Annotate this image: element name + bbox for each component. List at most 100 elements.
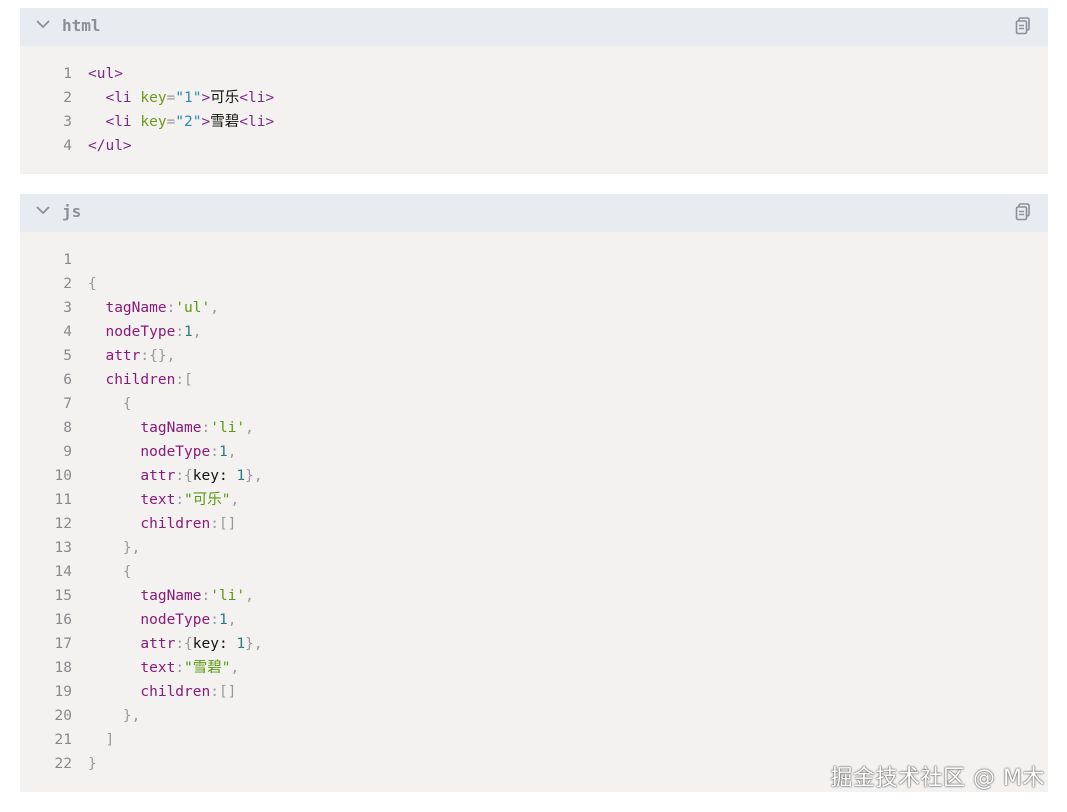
code-text: children:[] [88, 680, 236, 704]
code-token: { [88, 276, 97, 292]
code-token: > [201, 114, 211, 130]
code-line: 11 text:"可乐", [20, 488, 1048, 512]
line-number: 17 [54, 636, 72, 652]
code-line: 3 tagName:'ul', [20, 296, 1048, 320]
code-token: :[] [210, 516, 237, 532]
code-text: attr:{key: 1}, [88, 632, 262, 656]
code-text: tagName:'li', [88, 416, 254, 440]
code-text: }, [88, 536, 140, 560]
code-token: , [230, 492, 240, 508]
code-text: </ul> [88, 134, 132, 158]
code-token: : [201, 420, 211, 436]
code-text: children:[] [88, 512, 236, 536]
code-line: 4 nodeType:1, [20, 320, 1048, 344]
code-token: attr [88, 636, 176, 652]
code-line: 14 { [20, 560, 1048, 584]
chevron-down-icon[interactable] [34, 201, 52, 219]
code-line: 9 nodeType:1, [20, 440, 1048, 464]
line-number: 18 [54, 660, 72, 676]
code-token: "2" [175, 114, 202, 130]
line-number: 2 [63, 276, 72, 292]
line-number: 1 [63, 66, 72, 82]
code-token: key [140, 90, 167, 106]
code-token: { [88, 396, 132, 412]
line-number: 4 [63, 324, 72, 340]
code-token: , [245, 420, 254, 436]
code-token: 1 [218, 444, 228, 460]
line-number: 14 [54, 564, 72, 580]
code-body: 1 2{3 tagName:'ul', 4 nodeType:1, 5 attr:{}… [20, 248, 1048, 776]
code-text: tagName:'ul', [88, 296, 219, 320]
line-number: 21 [54, 732, 72, 748]
code-token: children [88, 516, 211, 532]
code-block-html: html 1 <ul> 2 <li key="1">可乐<li> 3 <li key=… [20, 8, 1048, 174]
code-token: children [88, 684, 211, 700]
line-number: 6 [63, 372, 72, 388]
chevron-down-icon[interactable] [34, 15, 52, 33]
code-token: nodeType [88, 612, 211, 628]
code-token: : [210, 444, 219, 460]
line-number: 1 [63, 252, 72, 268]
code-token: 1 [236, 636, 246, 652]
code-token: }, [88, 708, 141, 724]
code-text: ] [88, 728, 114, 752]
code-line: 10 attr:{key: 1}, [20, 464, 1048, 488]
copy-icon[interactable] [1015, 203, 1031, 221]
code-line: 2{ [20, 272, 1048, 296]
code-token: nodeType [88, 444, 211, 460]
code-text: { [88, 272, 97, 296]
code-block-header: html [20, 8, 1048, 46]
code-line: 3 <li key="2">雪碧<li> [20, 110, 1048, 134]
code-line: 4 </ul> [20, 134, 1048, 158]
code-token: : [201, 588, 211, 604]
code-line: 17 attr:{key: 1}, [20, 632, 1048, 656]
copy-icon[interactable] [1015, 17, 1031, 35]
code-text: attr:{}, [88, 344, 175, 368]
code-token: 'li' [210, 420, 246, 436]
watermark: 掘金技术社区 @ M木 [830, 766, 1045, 791]
code-line: 12 children:[] [20, 512, 1048, 536]
line-number: 3 [63, 300, 72, 316]
code-text: text:"雪碧", [88, 656, 239, 680]
code-line: 19 children:[] [20, 680, 1048, 704]
code-text: nodeType:1, [88, 440, 236, 464]
code-token: , [230, 660, 240, 676]
code-token: "可乐" [184, 492, 231, 508]
line-number: 5 [63, 348, 72, 364]
line-number: 10 [54, 468, 72, 484]
code-text: attr:{key: 1}, [88, 464, 262, 488]
code-body: 1 <ul> 2 <li key="1">可乐<li> 3 <li key="2">雪… [20, 62, 1048, 158]
line-number: 12 [54, 516, 72, 532]
code-line: 5 attr:{}, [20, 344, 1048, 368]
line-number: 11 [54, 492, 72, 508]
code-token: nodeType [88, 324, 176, 340]
code-token: : [210, 612, 219, 628]
code-token: 1 [218, 612, 228, 628]
code-token: :{ [175, 468, 193, 484]
code-block-js: js 1 2{3 tagName:'ul', 4 nodeType:1, 5 attr… [20, 194, 1048, 792]
code-text: <li key="2">雪碧<li> [88, 110, 274, 134]
line-number: 8 [63, 420, 72, 436]
code-token: <li> [239, 90, 275, 106]
code-token: text [88, 492, 176, 508]
code-text: nodeType:1, [88, 320, 201, 344]
code-token: 雪碧 [210, 114, 240, 130]
code-language-label: js [62, 202, 82, 221]
code-token: , [227, 444, 237, 460]
code-line: 15 tagName:'li', [20, 584, 1048, 608]
code-token: 可乐 [210, 90, 240, 106]
code-line: 2 <li key="1">可乐<li> [20, 86, 1048, 110]
code-token: attr [88, 468, 176, 484]
code-token: : [166, 300, 176, 316]
code-token: </ul> [88, 138, 132, 154]
code-token: 1 [236, 468, 246, 484]
line-number: 20 [54, 708, 72, 724]
code-token: <li [88, 90, 141, 106]
code-text: children:[ [88, 368, 193, 392]
code-token: :[ [175, 372, 193, 388]
code-language-label: html [62, 16, 101, 35]
code-text: <ul> [88, 62, 123, 86]
code-token: children [88, 372, 176, 388]
line-number: 4 [63, 138, 72, 154]
code-token: , [210, 300, 219, 316]
